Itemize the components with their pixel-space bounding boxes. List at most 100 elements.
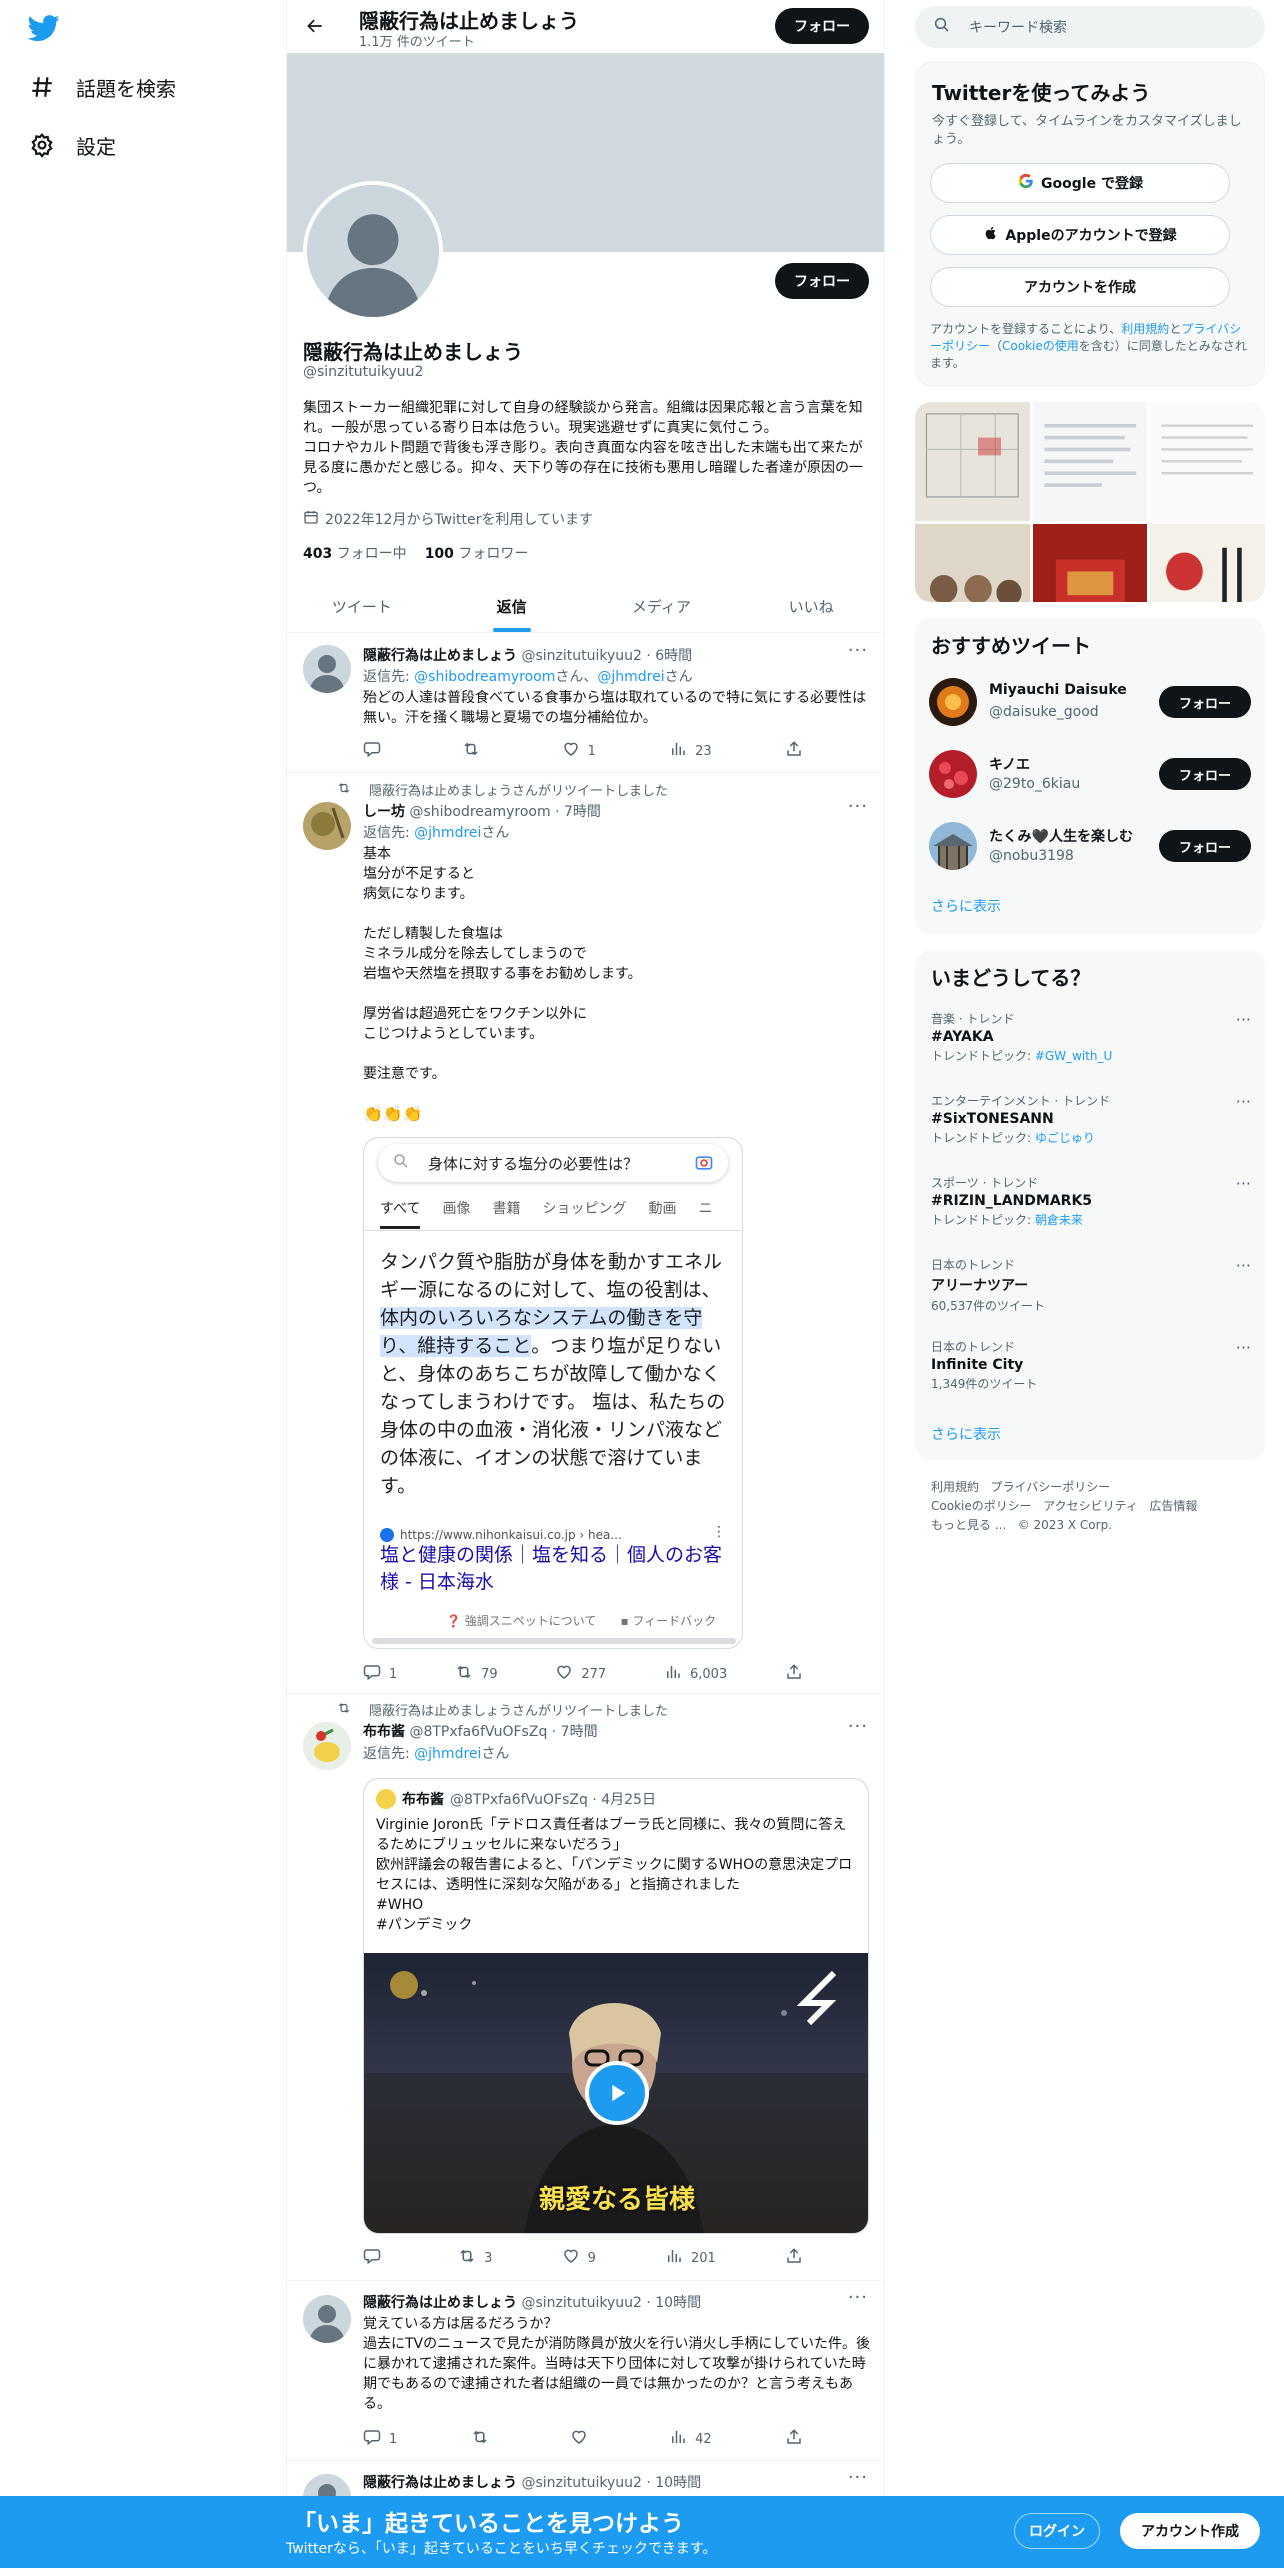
tweet-author-name[interactable]: しー坊 [363, 804, 405, 820]
recommend-user[interactable]: たくみ🖤人生を楽しむ @nobu3198 フォロー [929, 818, 1251, 874]
views-button[interactable]: 201 [665, 2247, 716, 2269]
tweet-author-name[interactable]: 隠蔽行為は止めましょう [363, 2295, 517, 2311]
more-icon[interactable]: ··· [1236, 1092, 1251, 1111]
back-arrow-icon[interactable] [301, 12, 329, 40]
tweet-avatar[interactable] [303, 2295, 351, 2343]
followers-count: 100 [424, 546, 454, 562]
nav-settings[interactable]: 設定 [28, 123, 116, 167]
tweet-avatar[interactable] [303, 645, 351, 693]
retweet-button[interactable]: 79 [455, 1663, 498, 1685]
signup-button[interactable]: アカウント作成 [1120, 2513, 1260, 2549]
follow-button[interactable]: フォロー [1159, 830, 1251, 862]
media-thumb[interactable] [915, 402, 1030, 521]
reply-to-link[interactable]: @jhmdrei [414, 1746, 481, 1762]
play-icon[interactable] [585, 2061, 649, 2125]
like-button[interactable]: 9 [562, 2247, 596, 2269]
apple-signup-button[interactable]: Appleのアカウントで登録 [930, 215, 1230, 255]
media-thumb[interactable] [1032, 523, 1148, 602]
reply-to-link[interactable]: @shibodreamyroom [414, 669, 555, 685]
views-button[interactable]: 23 [669, 740, 712, 762]
reply-button[interactable]: 1 [363, 2428, 397, 2450]
like-button[interactable]: 1 [562, 740, 596, 762]
media-thumb[interactable] [1150, 523, 1265, 602]
footer-terms-link[interactable]: 利用規約 [931, 1480, 979, 1494]
tweet-author-name[interactable]: 隠蔽行為は止めましょう [363, 2475, 517, 2491]
share-button[interactable] [785, 2428, 803, 2450]
footer-accessibility-link[interactable]: アクセシビリティ [1043, 1499, 1138, 1513]
tab-tweets[interactable]: ツイート [287, 580, 437, 632]
more-icon[interactable]: ··· [1236, 1256, 1251, 1275]
tweet-avatar[interactable] [303, 1722, 351, 1770]
quote-video[interactable]: 親愛なる皆様 [364, 1953, 868, 2233]
more-icon[interactable]: ··· [848, 796, 868, 817]
recommend-user[interactable]: キノエ @29to_6kiau フォロー [929, 746, 1251, 802]
follow-button[interactable]: フォロー [1159, 686, 1251, 718]
followers-link[interactable]: 100 フォロワー [425, 543, 529, 563]
terms-link[interactable]: 利用規約 [1121, 322, 1169, 336]
share-button[interactable] [785, 2247, 803, 2269]
more-icon[interactable]: ··· [848, 1716, 868, 1737]
login-button[interactable]: ログイン [1014, 2513, 1100, 2549]
like-button[interactable] [570, 2428, 596, 2450]
google-signup-button[interactable]: Google で登録 [930, 163, 1230, 203]
trend-item[interactable]: 音楽 · トレンド #AYAKA トレンドトピック: #GW_with_U ··… [931, 1010, 1251, 1064]
footer-ads-link[interactable]: 広告情報 [1149, 1499, 1197, 1513]
more-icon[interactable]: ··· [1236, 1174, 1251, 1193]
media-thumb[interactable] [1032, 402, 1148, 521]
quote-tweet[interactable]: 布布酱 @8TPxfa6fVuOFsZq · 4月25日 Virginie Jo… [363, 1778, 869, 2234]
more-icon[interactable]: ··· [1236, 1010, 1251, 1029]
tweet-author-name[interactable]: 布布酱 [363, 1724, 405, 1740]
feedback-icon: ▪ [620, 1614, 629, 1628]
cookie-link[interactable]: Cookieの使用 [1002, 339, 1079, 353]
reply-to-link[interactable]: @jhmdrei [597, 669, 664, 685]
media-thumb[interactable] [1150, 402, 1265, 521]
trend-item[interactable]: 日本のトレンド Infinite City 1,349件のツイート ··· [931, 1338, 1251, 1392]
recommend-user[interactable]: Miyauchi Daisuke @daisuke_good フォロー [929, 674, 1251, 730]
tab-replies[interactable]: 返信 [437, 580, 587, 632]
more-icon[interactable]: ··· [848, 2287, 868, 2308]
tweet-image-google-snippet[interactable]: 身体に対する塩分の必要性は？ すべて 画像 書籍 ショッピング 動画 ニ タンパ… [363, 1137, 743, 1649]
header-follow-button[interactable]: フォロー [775, 8, 869, 44]
trend-item[interactable]: 日本のトレンド アリーナツアー 60,537件のツイート ··· [931, 1256, 1251, 1314]
following-link[interactable]: 403 フォロー中 [303, 543, 407, 563]
tab-likes[interactable]: いいね [736, 580, 884, 632]
share-button[interactable] [785, 740, 803, 762]
tab-media[interactable]: メディア [587, 580, 737, 632]
more-icon[interactable]: ··· [848, 2467, 868, 2488]
tweet-author-name[interactable]: 隠蔽行為は止めましょう [363, 648, 517, 664]
create-account-button[interactable]: アカウントを作成 [930, 267, 1230, 307]
footer-privacy-link[interactable]: プライバシーポリシー [990, 1480, 1110, 1494]
trend-topic-link[interactable]: ゆごじゅり [1035, 1131, 1095, 1145]
more-icon[interactable]: ··· [1236, 1338, 1251, 1357]
trend-topic-link[interactable]: #GW_with_U [1035, 1049, 1112, 1063]
more-icon[interactable]: ··· [848, 640, 868, 661]
twitter-logo-icon[interactable] [27, 12, 64, 48]
trend-item[interactable]: エンターテインメント · トレンド #SixTONESANN トレンドトピック:… [931, 1092, 1251, 1146]
retweet-button[interactable] [462, 740, 488, 762]
views-button[interactable]: 6,003 [664, 1663, 727, 1685]
trend-name: アリーナツアー [931, 1278, 1029, 1294]
profile-avatar[interactable] [303, 181, 443, 321]
reply-button[interactable] [363, 2247, 389, 2269]
share-button[interactable] [785, 1663, 803, 1685]
embed-scroll-bar [372, 1638, 736, 1644]
retweet-button[interactable]: 3 [458, 2247, 492, 2269]
trend-topic-link[interactable]: 朝倉未来 [1035, 1213, 1083, 1227]
nav-explore[interactable]: 話題を検索 [28, 65, 176, 109]
trend-item[interactable]: スポーツ · トレンド #RIZIN_LANDMARK5 トレンドトピック: 朝… [931, 1174, 1251, 1228]
reply-to-link[interactable]: @jhmdrei [414, 825, 481, 841]
tweet-avatar[interactable] [303, 802, 351, 850]
follow-button[interactable]: フォロー [1159, 758, 1251, 790]
views-button[interactable]: 42 [669, 2428, 712, 2450]
trends-more-link[interactable]: さらに表示 [931, 1424, 1001, 1444]
reply-button[interactable] [363, 740, 389, 762]
footer-cookie-link[interactable]: Cookieのポリシー [931, 1499, 1032, 1513]
search-input[interactable]: キーワード検索 [915, 6, 1265, 48]
recommend-more-link[interactable]: さらに表示 [931, 896, 1001, 916]
footer-more-link[interactable]: もっと見る ... [931, 1518, 1006, 1532]
reply-button[interactable]: 1 [363, 1663, 397, 1685]
like-button[interactable]: 277 [555, 1663, 606, 1685]
profile-follow-button[interactable]: フォロー [775, 263, 869, 299]
media-thumb[interactable] [915, 523, 1030, 602]
retweet-button[interactable] [471, 2428, 497, 2450]
